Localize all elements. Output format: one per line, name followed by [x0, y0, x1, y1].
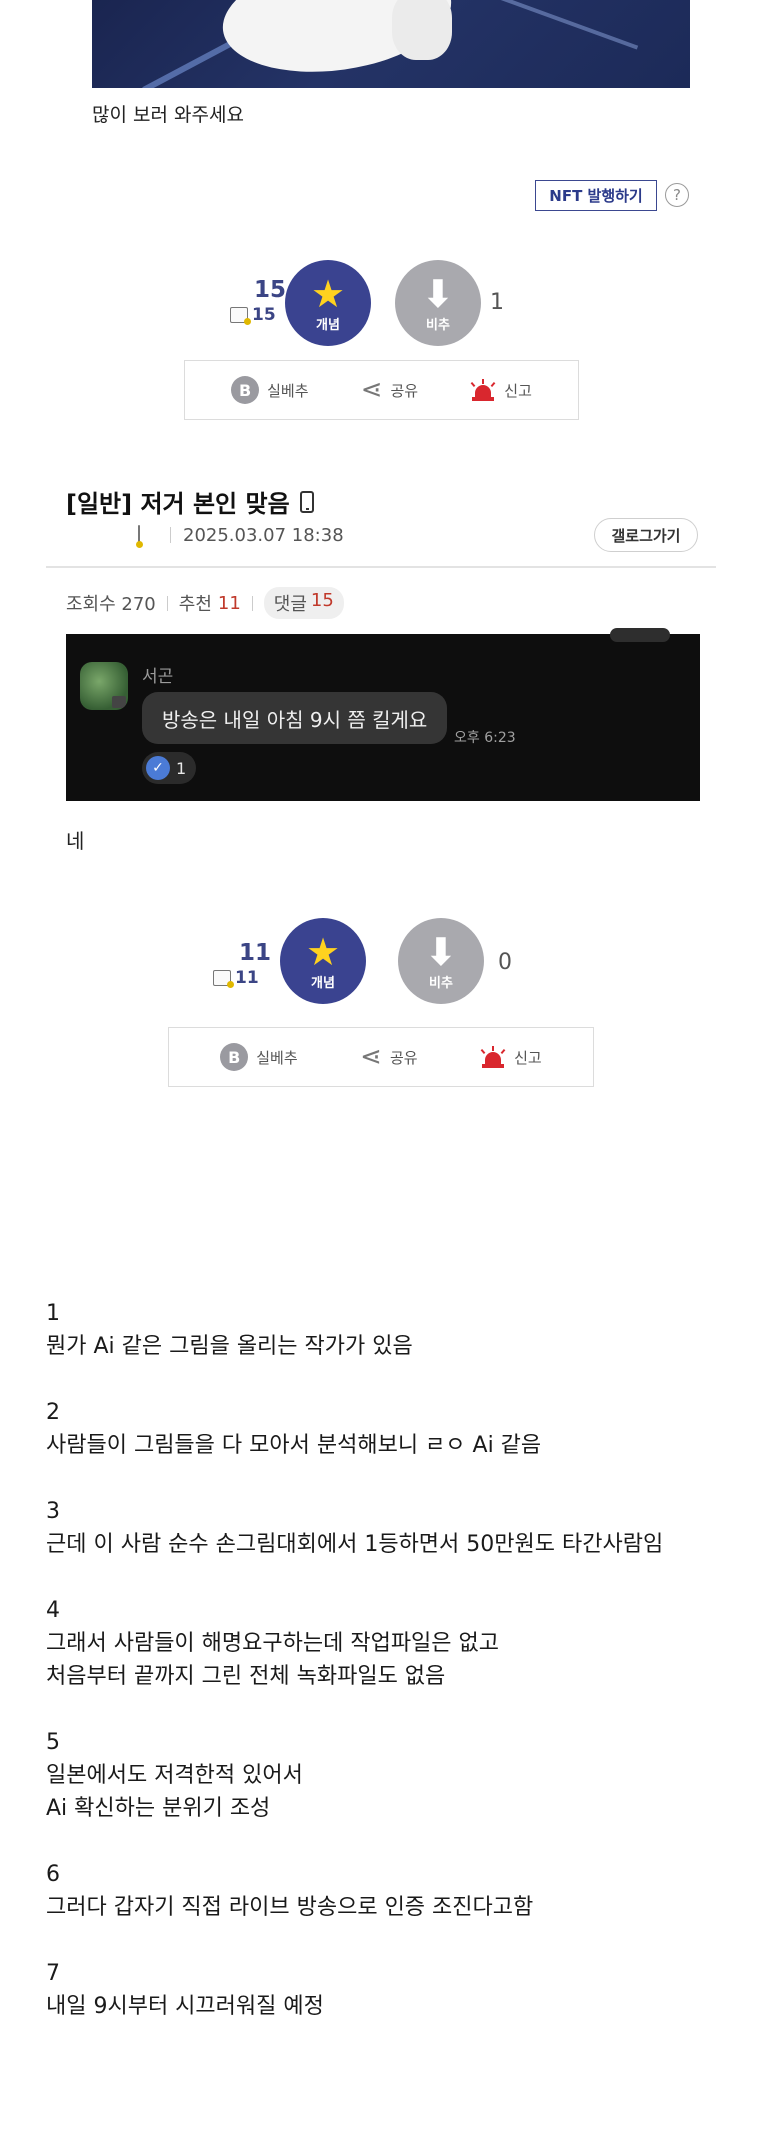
downvote-label: 비추: [426, 317, 450, 333]
share-button[interactable]: ⋖ 공유: [360, 1042, 417, 1072]
upvote-label: 개념: [316, 317, 340, 333]
best-b-icon: B: [231, 376, 260, 404]
upvote-count-group: 11 11: [211, 940, 271, 988]
nft-issue-button[interactable]: NFT 발행하기: [535, 180, 657, 211]
best-recommend-label: 실베추: [256, 1048, 298, 1067]
article-paragraph: 6 그러다 갑자기 직접 라이브 방송으로 인증 조진다고함: [46, 1858, 746, 1924]
image-crop-edge: [610, 628, 670, 642]
article-paragraph: 4 그래서 사람들이 해명요구하는데 작업파일은 없고 처음부터 끝까지 그린 …: [46, 1594, 746, 1693]
downvote-count: 0: [498, 950, 512, 975]
paragraph-line: 처음부터 끝까지 그린 전체 녹화파일도 없음: [46, 1664, 446, 1689]
article-paragraph: 2 사람들이 그림들을 다 모아서 분석해보니 ㄹㅇ Ai 같음: [46, 1396, 746, 1462]
paragraph-line: 그러다 갑자기 직접 라이브 방송으로 인증 조진다고함: [46, 1895, 534, 1920]
star-icon: ★: [305, 929, 341, 974]
report-button[interactable]: 신고: [480, 1046, 542, 1068]
post-caption: 많이 보러 와주세요: [92, 104, 244, 126]
share-icon: ⋖: [360, 375, 383, 405]
arrow-down-icon: ⬇: [422, 271, 454, 316]
downvote-button[interactable]: ⬇ 비추: [398, 918, 484, 1004]
upvote-count: 11: [238, 940, 271, 966]
upvote-button[interactable]: ★ 개념: [280, 918, 366, 1004]
star-icon: ★: [310, 271, 346, 316]
paragraph-line: 그래서 사람들이 해명요구하는데 작업파일은 없고: [46, 1631, 500, 1656]
post-date: 2025.03.07 18:38: [183, 525, 344, 546]
post-body-text: 네: [66, 829, 85, 853]
share-label: 공유: [389, 1048, 418, 1067]
post-action-bar: B 실베추 ⋖ 공유 신고: [184, 360, 579, 420]
best-recommend-button[interactable]: B 실베추: [231, 376, 309, 404]
chat-screenshot: 서곤 방송은 내일 아침 9시 쯤 킬게요 오후 6:23 ✓ 1: [66, 628, 700, 801]
best-recommend-button[interactable]: B 실베추: [220, 1043, 298, 1071]
paragraph-number: 6: [46, 1862, 60, 1887]
downvote-button[interactable]: ⬇ 비추: [395, 260, 481, 346]
paragraph-number: 4: [46, 1598, 60, 1623]
image-streak: [495, 0, 639, 50]
reaction-count: 1: [176, 758, 187, 778]
paragraph-line: Ai 확신하는 분위기 조성: [46, 1796, 271, 1821]
best-recommend-label: 실베추: [267, 381, 309, 400]
share-icon: ⋖: [360, 1042, 382, 1072]
comment-count-pill[interactable]: 댓글 15: [263, 587, 344, 619]
best-b-icon: B: [220, 1043, 249, 1071]
upvote-sub-value: 15: [252, 305, 276, 325]
article-paragraph: 5 일본에서도 저격한적 있어서 Ai 확신하는 분위기 조성: [46, 1726, 746, 1825]
paragraph-line: 뭔가 Ai 같은 그림을 올리는 작가가 있음: [46, 1334, 413, 1359]
paragraph-line: 일본에서도 저격한적 있어서: [46, 1763, 303, 1788]
paragraph-line: 사람들이 그림들을 다 모아서 분석해보니 ㄹㅇ Ai 같음: [46, 1433, 542, 1458]
upvote-count: 15: [253, 277, 286, 303]
post-title-row: [일반] 저거 본인 맞음: [66, 484, 314, 519]
article-paragraph: 7 내일 9시부터 시끄러워질 예정: [46, 1957, 746, 2023]
upvote-count-group: 15 15: [226, 277, 286, 325]
paragraph-number: 5: [46, 1730, 60, 1755]
article-body: 1 뭔가 Ai 같은 그림을 올리는 작가가 있음 2 사람들이 그림들을 다 …: [46, 1297, 746, 2056]
downvote-label: 비추: [429, 975, 453, 991]
divider: [170, 527, 171, 543]
fixed-member-icon: [230, 307, 251, 325]
paragraph-number: 7: [46, 1961, 60, 1986]
header-divider: [46, 566, 716, 568]
help-icon[interactable]: ?: [665, 183, 689, 207]
chat-message-bubble: 방송은 내일 아침 9시 쯤 킬게요: [142, 692, 448, 744]
recommend-label: 추천: [178, 594, 212, 615]
upvote-sub-count: 11: [213, 968, 271, 988]
report-label: 신고: [504, 381, 532, 400]
comment-count: 15: [310, 590, 334, 611]
siren-icon: [470, 379, 496, 401]
check-icon: ✓: [146, 756, 170, 780]
report-button[interactable]: 신고: [470, 379, 532, 401]
author-fixed-icon[interactable]: [138, 525, 140, 546]
downvote-count: 1: [490, 290, 504, 315]
mobile-icon: [299, 490, 314, 513]
article-paragraph: 1 뭔가 Ai 같은 그림을 올리는 작가가 있음: [46, 1297, 746, 1363]
view-count: 조회수 270: [66, 594, 156, 615]
comment-label: 댓글: [273, 594, 307, 615]
paragraph-number: 3: [46, 1499, 60, 1524]
siren-icon: [480, 1046, 506, 1068]
article-paragraph: 3 근데 이 사람 순수 손그림대회에서 1등하면서 50만원도 타간사람임: [46, 1495, 746, 1561]
chat-sender-name: 서곤: [142, 667, 174, 687]
report-label: 신고: [514, 1048, 542, 1067]
upvote-sub-count: 15: [230, 305, 286, 325]
post-action-bar: B 실베추 ⋖ 공유 신고: [168, 1027, 594, 1087]
paragraph-line: 근데 이 사람 순수 손그림대회에서 1등하면서 50만원도 타간사람임: [46, 1532, 664, 1557]
paragraph-number: 2: [46, 1400, 60, 1425]
fixed-member-icon: [213, 970, 234, 988]
upvote-button[interactable]: ★ 개념: [285, 260, 371, 346]
chat-timestamp: 오후 6:23: [454, 730, 516, 746]
paragraph-line: 내일 9시부터 시끄러워질 예정: [46, 1994, 324, 2019]
chat-reaction: ✓ 1: [142, 752, 197, 784]
paragraph-number: 1: [46, 1301, 60, 1326]
avatar: [80, 662, 128, 710]
upvote-label: 개념: [311, 975, 335, 991]
recommend-count: 11: [217, 592, 241, 614]
post-title: [일반] 저거 본인 맞음: [66, 490, 290, 518]
post-stats: 조회수 270 추천 11 댓글 15: [66, 587, 344, 619]
image-blur-overlay: [392, 0, 452, 60]
share-label: 공유: [390, 381, 419, 400]
arrow-down-icon: ⬇: [425, 929, 457, 974]
upvote-sub-value: 11: [235, 968, 259, 988]
share-button[interactable]: ⋖ 공유: [361, 375, 418, 405]
gallog-button[interactable]: 갤로그가기: [594, 518, 698, 552]
post-image-cropped: [92, 0, 690, 88]
